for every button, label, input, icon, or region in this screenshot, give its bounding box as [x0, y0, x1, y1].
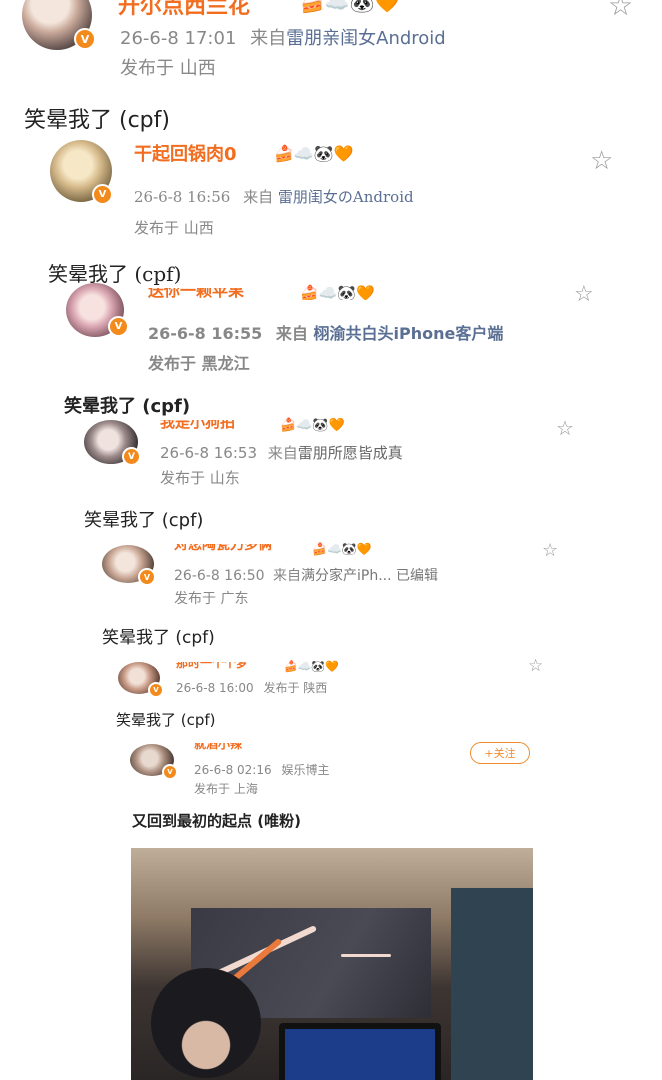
- post-text: 又回到最初的起点 (唯粉): [132, 812, 301, 830]
- source-link[interactable]: 雷朋闺女のAndroid: [278, 188, 414, 206]
- post-text: 笑晕我了 (cpf): [102, 628, 215, 648]
- post-date: 26-6-8 16:50: [174, 568, 265, 584]
- photo-brush-stroke: [341, 954, 391, 957]
- from-prefix: 来自: [267, 444, 298, 462]
- post-photo[interactable]: [131, 848, 533, 1080]
- post-text: 笑晕我了 (cpf): [24, 108, 170, 133]
- post-text: 笑晕我了 (cpf): [84, 510, 204, 531]
- post-location: 发布于 山东: [160, 469, 240, 487]
- username[interactable]: 送你一颗苹果: [148, 288, 244, 302]
- post-meta: 26-6-8 16:00 发布于 陕西: [176, 679, 327, 696]
- follow-button[interactable]: +关注: [470, 742, 530, 764]
- source-link[interactable]: 栩渝共白头iPhone客户端: [313, 324, 503, 343]
- star-outline-icon[interactable]: ☆: [608, 0, 633, 20]
- star-outline-icon[interactable]: ☆: [528, 658, 543, 675]
- blogger-label: 娱乐博主: [281, 763, 330, 777]
- post-text: 笑晕我了 (cpf): [48, 262, 182, 286]
- emoji-badges: 🍰☁️🐼🧡: [300, 0, 400, 14]
- from-prefix: 来自: [250, 28, 287, 49]
- star-outline-icon[interactable]: ☆: [542, 542, 558, 560]
- verified-v-icon: V: [122, 447, 141, 466]
- post-meta: 26-6-8 16:50 来自满分家产iPh... 已编辑: [174, 565, 438, 585]
- verified-v-icon: V: [92, 184, 113, 205]
- post-meta: 26-6-8 16:55 来自 栩渝共白头iPhone客户端: [148, 320, 503, 344]
- username[interactable]: 对您陶瓷刀多俩: [174, 544, 272, 554]
- username[interactable]: 那时一个个梦: [176, 662, 248, 671]
- username[interactable]: 我是小狗拍: [160, 420, 235, 432]
- verified-v-icon: V: [148, 682, 164, 698]
- from-prefix: 来自: [272, 568, 301, 584]
- photo-laptop: [279, 1023, 441, 1080]
- source-link[interactable]: 雷朋所愿皆成真: [298, 444, 403, 462]
- post-location: 发布于 山西: [134, 219, 214, 237]
- post-location: 发布于 山西: [120, 58, 216, 79]
- post-location: 发布于 黑龙江: [148, 354, 250, 373]
- post-text: 笑晕我了 (cpf): [116, 711, 216, 729]
- username[interactable]: 开尔点西兰花: [118, 0, 250, 20]
- post-meta: 26-6-8 16:56 来自 雷朋闺女のAndroid: [134, 186, 414, 207]
- source-link[interactable]: 满分家产iPh... 已编辑: [301, 568, 438, 584]
- star-outline-icon[interactable]: ☆: [556, 418, 574, 438]
- emoji-badges: 🍰☁️🐼🧡: [280, 418, 345, 433]
- username[interactable]: 就酒小辣: [194, 743, 242, 751]
- emoji-badges: 🍰☁️🐼🧡: [284, 660, 339, 673]
- verified-v-icon: V: [138, 568, 156, 586]
- source-link[interactable]: 雷朋亲闺女Android: [286, 28, 446, 49]
- star-outline-icon[interactable]: ☆: [590, 148, 613, 174]
- post-location: 发布于 上海: [194, 782, 258, 796]
- emoji-badges: 🍰☁️🐼🧡: [312, 542, 372, 556]
- emoji-badges: 🍰☁️🐼🧡: [274, 144, 354, 163]
- post-meta: 26-6-8 16:53 来自雷朋所愿皆成真: [160, 442, 403, 463]
- star-outline-icon[interactable]: ☆: [574, 284, 594, 306]
- post-meta: 26-6-8 17:01 来自雷朋亲闺女Android: [120, 24, 446, 50]
- post-date: 26-6-8 17:01: [120, 28, 237, 49]
- verified-v-icon: V: [74, 28, 96, 50]
- verified-v-icon: V: [162, 764, 178, 780]
- post-date: 26-6-8 16:55: [148, 324, 263, 343]
- post-meta: 26-6-8 02:16 娱乐博主: [194, 761, 329, 778]
- from-prefix: 来自: [243, 188, 274, 206]
- username[interactable]: 干起回锅肉0: [134, 144, 237, 162]
- post-location: 发布于 广东: [174, 591, 249, 607]
- post-date: 26-6-8 02:16: [194, 763, 272, 777]
- post-location: 发布于 陕西: [263, 681, 328, 695]
- photo-door: [451, 888, 533, 1080]
- verified-v-icon: V: [108, 316, 129, 337]
- photo-person: [151, 968, 261, 1078]
- from-prefix: 来自: [275, 324, 308, 343]
- emoji-badges: 🍰☁️🐼🧡: [300, 284, 375, 300]
- post-date: 26-6-8 16:00: [176, 681, 254, 695]
- post-date: 26-6-8 16:53: [160, 444, 257, 462]
- post-date: 26-6-8 16:56: [134, 188, 231, 206]
- post-text: 笑晕我了 (cpf): [64, 396, 191, 417]
